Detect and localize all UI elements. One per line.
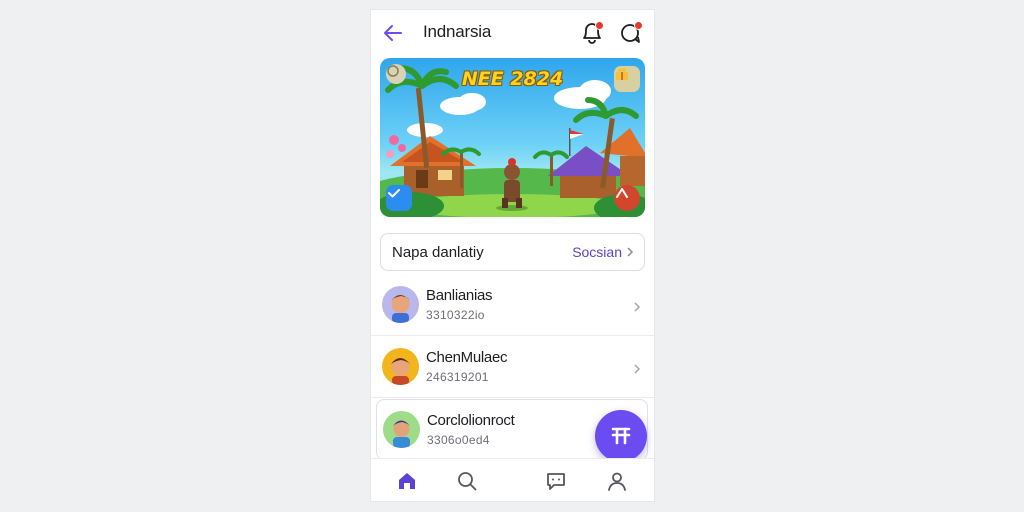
- nav-profile-button[interactable]: [605, 469, 629, 493]
- section-header-row[interactable]: Napa danlatiy Socsian: [380, 233, 645, 271]
- compose-icon: [611, 427, 631, 445]
- share-button[interactable]: [614, 185, 640, 211]
- contact-name: ChenMulaec: [426, 349, 508, 366]
- notification-button[interactable]: [579, 20, 605, 46]
- coin-button[interactable]: [386, 64, 406, 84]
- profile-icon: [608, 472, 626, 491]
- back-button[interactable]: [381, 21, 405, 45]
- nav-home-button[interactable]: [395, 469, 419, 493]
- check-button[interactable]: [386, 185, 412, 211]
- list-item[interactable]: ChenMulaec 246319201: [371, 337, 654, 398]
- avatar: [383, 411, 420, 448]
- promo-banner[interactable]: NEE 2824: [380, 58, 645, 217]
- banner-title: NEE 2824: [461, 68, 564, 90]
- list-item[interactable]: Banlianias 3310322io: [371, 275, 654, 336]
- chevron-right-icon: [627, 247, 634, 257]
- chevron-right-icon: [634, 364, 641, 374]
- nav-messages-button[interactable]: [544, 469, 568, 493]
- top-bar: Indnarsia: [371, 10, 654, 55]
- floating-action-button[interactable]: [595, 410, 647, 462]
- chevron-right-icon: [634, 302, 641, 312]
- check-icon: [388, 189, 400, 198]
- avatar: [382, 286, 419, 323]
- nav-search-button[interactable]: [455, 469, 479, 493]
- chat-button[interactable]: [618, 20, 644, 46]
- coin-icon: [387, 65, 399, 77]
- contact-name: Banlianias: [426, 287, 493, 304]
- contact-id: 246319201: [426, 370, 489, 384]
- messages-icon: [547, 473, 565, 490]
- home-icon: [399, 473, 415, 489]
- app-screen: Indnarsia NEE 2824 Napa danlatiy Socsian…: [371, 10, 654, 501]
- page-title: Indnarsia: [423, 22, 492, 41]
- search-icon: [458, 472, 477, 491]
- share-icon: [616, 188, 628, 198]
- chat-dot: [634, 21, 643, 30]
- gift-icon: [616, 68, 628, 80]
- contact-id: 3306o0ed4: [427, 433, 490, 447]
- avatar: [382, 348, 419, 385]
- section-action-link[interactable]: Socsian: [572, 244, 622, 260]
- contact-name: Corclolionroct: [427, 412, 515, 429]
- bottom-navigation: [371, 458, 654, 501]
- gift-button[interactable]: [614, 66, 640, 92]
- section-label: Napa danlatiy: [392, 244, 484, 261]
- arrow-left-icon: [384, 25, 402, 41]
- contact-id: 3310322io: [426, 308, 485, 322]
- notification-dot: [595, 21, 604, 30]
